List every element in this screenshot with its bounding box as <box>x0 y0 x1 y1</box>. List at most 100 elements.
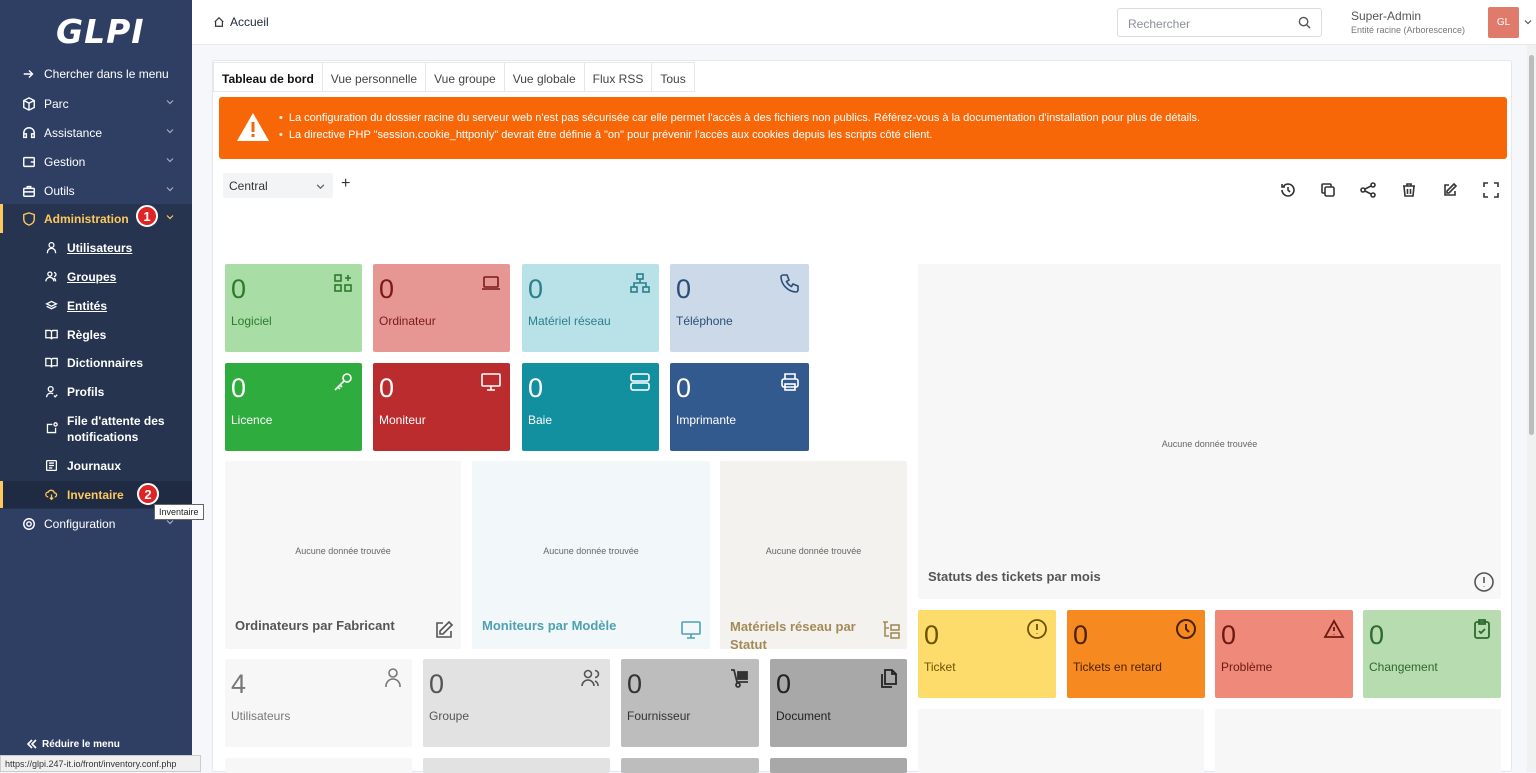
chart-title: Moniteurs par Modèle <box>482 618 617 633</box>
card-changement[interactable]: 0 Changement <box>1363 610 1501 698</box>
dolly-icon <box>729 667 751 689</box>
hierarchy-icon <box>880 619 902 641</box>
tab-tous[interactable]: Tous <box>652 62 695 92</box>
stack-icon <box>45 299 59 313</box>
submenu-item-entites[interactable]: Entités <box>0 296 192 316</box>
card-probleme[interactable]: 0 Problème <box>1215 610 1353 698</box>
card-licence[interactable]: 0 Licence <box>225 363 362 451</box>
card-label: Téléphone <box>676 314 733 328</box>
card-label: Ordinateur <box>379 314 436 328</box>
menu-item-label: Parc <box>44 96 69 111</box>
submenu-item-label: Entités <box>67 299 108 313</box>
card-moniteur[interactable]: 0 Moniteur <box>373 363 510 451</box>
card-value: 0 <box>231 274 247 304</box>
box-icon <box>22 96 36 111</box>
monitor-icon <box>680 619 702 641</box>
chart-ordinateurs-par-fabricant[interactable]: Aucune donnée trouvée Ordinateurs par Fa… <box>225 461 461 649</box>
chart-moniteurs-par-modele[interactable]: Aucune donnée trouvée Moniteurs par Modè… <box>472 461 710 649</box>
search-input[interactable]: Rechercher <box>1117 8 1322 37</box>
card-value: 0 <box>429 669 445 699</box>
tab-flux-rss[interactable]: Flux RSS <box>584 62 653 92</box>
card-value: 0 <box>1221 620 1237 650</box>
apps-plus-icon <box>332 272 354 294</box>
copy-icon[interactable] <box>1319 181 1337 199</box>
menu-item-administration[interactable]: Administration <box>0 204 192 233</box>
history-icon[interactable] <box>1279 181 1297 199</box>
fullscreen-icon[interactable] <box>1482 181 1500 199</box>
card-ticket[interactable]: 0 Ticket <box>918 610 1056 698</box>
chevron-down-icon <box>166 129 174 134</box>
user-icon <box>382 667 404 689</box>
add-dashboard-button[interactable]: + <box>341 175 350 193</box>
dashboard-select[interactable]: Central <box>223 173 333 198</box>
card-groupe[interactable]: 0 Groupe <box>423 659 610 747</box>
card-tickets-en-retard[interactable]: 0 Tickets en retard <box>1067 610 1205 698</box>
tab-tableau-de-bord[interactable]: Tableau de bord <box>213 62 323 92</box>
edit-icon[interactable] <box>1441 181 1459 199</box>
breadcrumb-label: Accueil <box>230 15 269 29</box>
search-icon[interactable] <box>1298 16 1311 29</box>
reduce-menu-button[interactable]: Réduire le menu <box>26 738 120 750</box>
users-icon <box>45 270 59 284</box>
share-icon[interactable] <box>1359 181 1377 199</box>
menu-item-gestion[interactable]: Gestion <box>0 147 192 176</box>
menu-item-label: Chercher dans le menu <box>44 66 169 81</box>
scrollbar[interactable] <box>1527 45 1536 772</box>
monitor-icon <box>480 371 502 393</box>
card-logiciel[interactable]: 0 Logiciel <box>225 264 362 352</box>
card-utilisateurs[interactable]: 4 Utilisateurs <box>225 659 412 747</box>
card-document[interactable]: 0 Document <box>770 659 907 747</box>
menu-item-parc[interactable]: Parc <box>0 89 192 118</box>
submenu-item-regles[interactable]: Règles <box>0 325 192 345</box>
menu-item-outils[interactable]: Outils <box>0 176 192 205</box>
sidebar: GLPI Chercher dans le menu Parc Assistan… <box>0 0 192 772</box>
menu-item-label: Gestion <box>44 154 86 169</box>
tab-vue-globale[interactable]: Vue globale <box>504 62 585 92</box>
trash-icon[interactable] <box>1400 181 1418 199</box>
chevron-down-icon <box>316 184 325 190</box>
user-menu[interactable]: Super-Admin Entité racine (Arborescence) <box>1351 9 1465 35</box>
card-baie[interactable]: 0 Baie <box>522 363 659 451</box>
submenu-item-notifications[interactable]: File d'attente des notifications <box>0 412 192 446</box>
card-imprimante[interactable]: 0 Imprimante <box>670 363 809 451</box>
tab-bar: Tableau de bord Vue personnelle Vue grou… <box>213 62 695 92</box>
card-ordinateur[interactable]: 0 Ordinateur <box>373 264 510 352</box>
card-telephone[interactable]: 0 Téléphone <box>670 264 809 352</box>
menu-item-label: Administration <box>44 211 129 226</box>
alert-circle-icon <box>1473 571 1495 593</box>
submenu-item-journaux[interactable]: Journaux <box>0 456 192 476</box>
card-value: 0 <box>379 373 395 403</box>
submenu-item-label: Utilisateurs <box>67 241 133 255</box>
card-value: 4 <box>231 669 247 699</box>
card-label: Baie <box>528 413 553 427</box>
submenu-item-utilisateurs[interactable]: Utilisateurs <box>0 238 192 258</box>
submenu-item-dictionnaires[interactable]: Dictionnaires <box>0 353 192 373</box>
card-placeholder <box>225 758 412 773</box>
chevron-down-icon[interactable] <box>1524 18 1532 26</box>
card-value: 0 <box>528 274 544 304</box>
book-icon <box>45 328 59 342</box>
submenu-item-profils[interactable]: Profils <box>0 382 192 402</box>
chart-materiels-reseau-par-statut[interactable]: Aucune donnée trouvée Matériels réseau p… <box>720 461 907 652</box>
tab-vue-personnelle[interactable]: Vue personnelle <box>322 62 427 92</box>
double-chevron-left-icon <box>26 739 37 749</box>
card-value: 0 <box>776 669 792 699</box>
avatar[interactable]: GL <box>1488 7 1519 38</box>
menu-item-search[interactable]: Chercher dans le menu <box>0 59 192 88</box>
card-label: Matériel réseau <box>528 314 611 328</box>
card-materiel-reseau[interactable]: 0 Matériel réseau <box>522 264 659 352</box>
tab-vue-groupe[interactable]: Vue groupe <box>426 62 505 92</box>
menu-item-assistance[interactable]: Assistance <box>0 118 192 147</box>
alert-line: La directive PHP "session.cookie_httponl… <box>279 129 1200 141</box>
card-label: Imprimante <box>676 413 737 427</box>
topbar: Accueil Rechercher Super-Admin Entité ra… <box>192 0 1536 45</box>
files-icon <box>877 667 899 689</box>
chart-statuts-tickets-par-mois[interactable]: Aucune donnée trouvée Statuts des ticket… <box>918 264 1501 599</box>
chevron-down-icon <box>166 215 174 220</box>
alert-circle-icon <box>1026 618 1048 640</box>
breadcrumb[interactable]: Accueil <box>213 15 269 29</box>
scrollbar-thumb[interactable] <box>1529 55 1534 435</box>
card-fournisseur[interactable]: 0 Fournisseur <box>621 659 759 747</box>
submenu-item-groupes[interactable]: Groupes <box>0 267 192 287</box>
glpi-logo[interactable]: GLPI <box>56 12 145 51</box>
